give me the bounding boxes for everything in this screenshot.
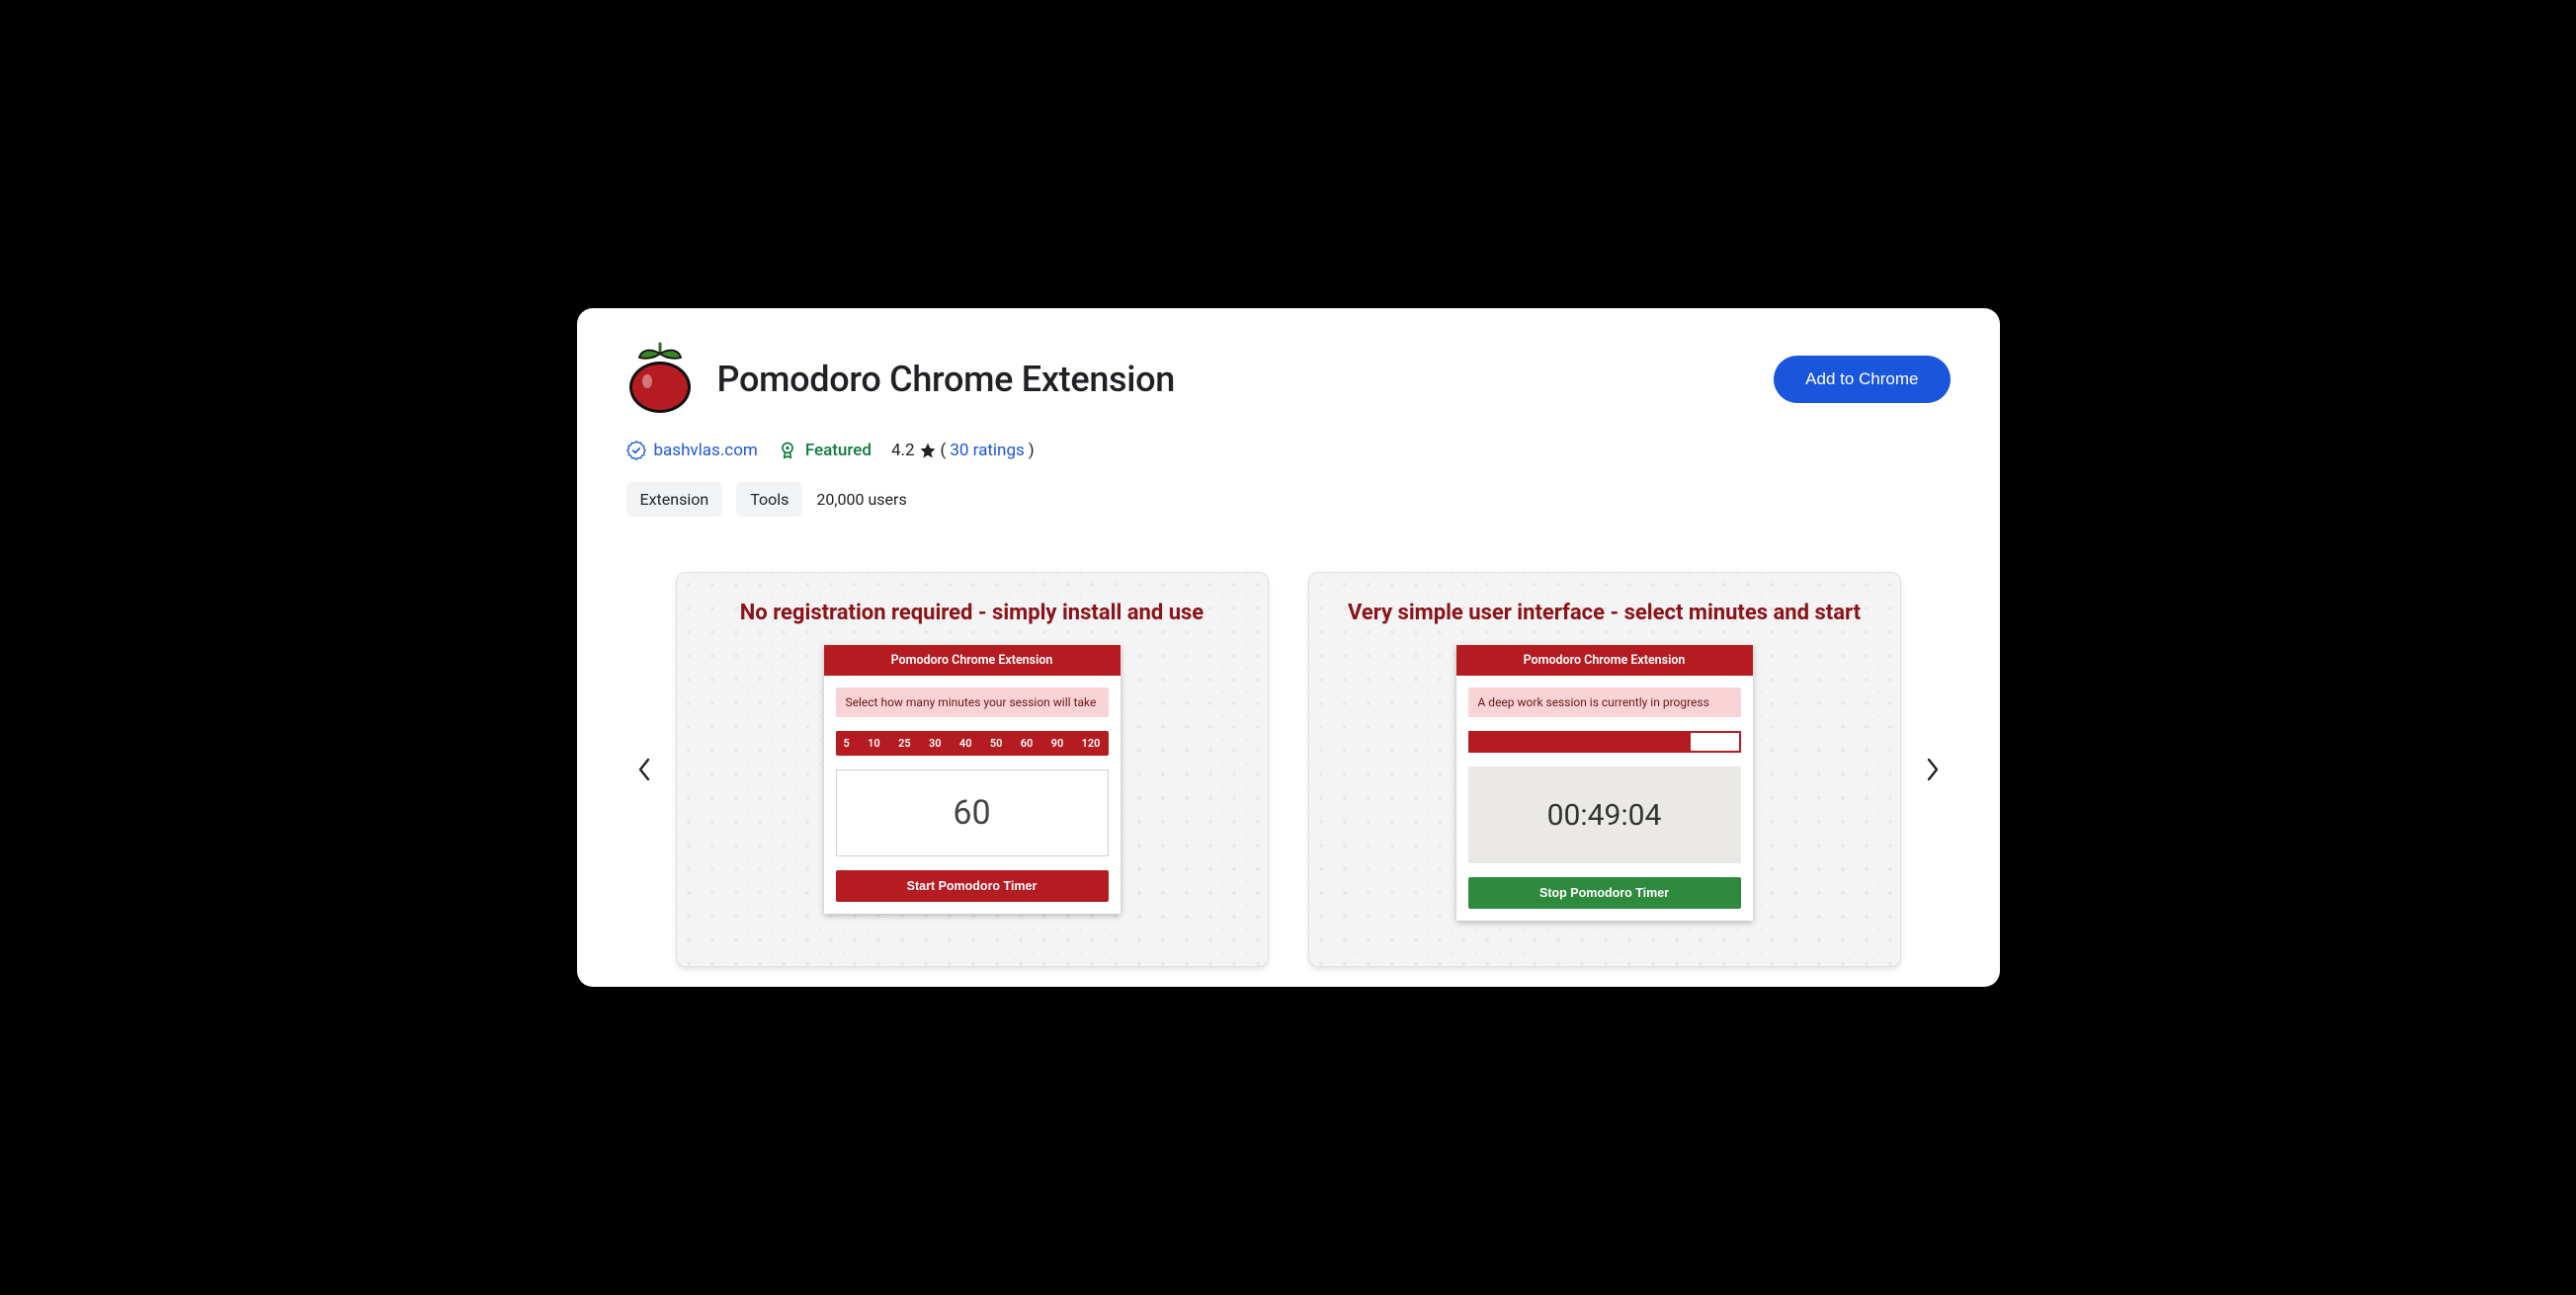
minute-option: 5 bbox=[844, 737, 850, 750]
ext-header: Pomodoro Chrome Extension bbox=[824, 645, 1121, 676]
slide-title: No registration required - simply instal… bbox=[740, 601, 1204, 625]
ext-header: Pomodoro Chrome Extension bbox=[1456, 645, 1753, 676]
progress-bar bbox=[1468, 731, 1741, 753]
type-chip[interactable]: Extension bbox=[626, 482, 723, 517]
minute-option: 40 bbox=[959, 737, 972, 750]
screenshot-carousel: No registration required - simply instal… bbox=[626, 572, 1951, 967]
tomato-icon bbox=[626, 346, 694, 413]
featured-label: Featured bbox=[805, 441, 872, 460]
extension-listing-card: Pomodoro Chrome Extension Add to Chrome … bbox=[577, 308, 2000, 987]
timer-display: 00:49:04 bbox=[1468, 767, 1741, 863]
ext-message: A deep work session is currently in prog… bbox=[1468, 688, 1741, 717]
ext-message: Select how many minutes your session wil… bbox=[836, 688, 1109, 717]
header-row: Pomodoro Chrome Extension Add to Chrome bbox=[626, 346, 1951, 413]
tag-row: Extension Tools 20,000 users bbox=[626, 482, 1951, 517]
carousel-slide: Very simple user interface - select minu… bbox=[1308, 572, 1901, 967]
minute-option: 60 bbox=[1021, 737, 1034, 750]
verified-publisher: bashvlas.com bbox=[626, 441, 758, 460]
ratings-link[interactable]: 30 ratings bbox=[950, 441, 1024, 460]
publisher-link[interactable]: bashvlas.com bbox=[654, 441, 758, 460]
minute-option: 90 bbox=[1051, 737, 1064, 750]
minute-option: 10 bbox=[868, 737, 880, 750]
page-title: Pomodoro Chrome Extension bbox=[717, 359, 1176, 400]
start-timer-button: Start Pomodoro Timer bbox=[836, 870, 1109, 902]
award-icon bbox=[778, 441, 797, 460]
progress-fill bbox=[1470, 733, 1691, 751]
slide-title: Very simple user interface - select minu… bbox=[1348, 601, 1861, 625]
star-icon bbox=[919, 442, 937, 459]
carousel-prev-button[interactable] bbox=[626, 746, 662, 793]
carousel-slide: No registration required - simply instal… bbox=[676, 572, 1269, 967]
category-chip[interactable]: Tools bbox=[736, 482, 802, 517]
add-to-chrome-button[interactable]: Add to Chrome bbox=[1774, 356, 1950, 403]
extension-popup-preview: Pomodoro Chrome Extension Select how man… bbox=[824, 645, 1121, 914]
minute-option: 50 bbox=[990, 737, 1003, 750]
rating-block: 4.2 (30 ratings) bbox=[891, 441, 1035, 460]
featured-badge: Featured bbox=[778, 441, 872, 460]
users-count: 20,000 users bbox=[816, 490, 906, 509]
minute-options: 5 10 25 30 40 50 60 90 120 bbox=[836, 731, 1109, 756]
chevron-right-icon bbox=[1923, 756, 1943, 783]
title-wrap: Pomodoro Chrome Extension bbox=[626, 346, 1176, 413]
carousel-next-button[interactable] bbox=[1915, 746, 1951, 793]
chevron-left-icon bbox=[634, 756, 654, 783]
extension-popup-preview: Pomodoro Chrome Extension A deep work se… bbox=[1456, 645, 1753, 921]
minute-option: 30 bbox=[929, 737, 942, 750]
verified-badge-icon bbox=[626, 441, 646, 460]
minute-option: 25 bbox=[898, 737, 911, 750]
carousel-slides: No registration required - simply instal… bbox=[676, 572, 1901, 967]
selected-minutes-display: 60 bbox=[836, 769, 1109, 856]
meta-row: bashvlas.com Featured 4.2 (30 ratings) bbox=[626, 441, 1951, 460]
minute-option: 120 bbox=[1082, 737, 1101, 750]
stop-timer-button: Stop Pomodoro Timer bbox=[1468, 877, 1741, 909]
rating-value: 4.2 bbox=[891, 441, 915, 460]
